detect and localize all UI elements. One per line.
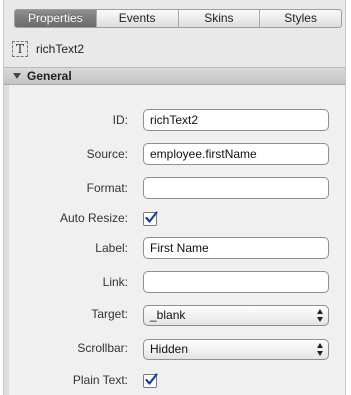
- auto-resize-checkbox[interactable]: [143, 211, 158, 226]
- id-label: ID:: [112, 113, 128, 127]
- label-field[interactable]: First Name: [143, 237, 329, 259]
- section-title: General: [27, 69, 72, 83]
- auto-resize-label: Auto Resize:: [59, 211, 128, 225]
- general-section-header[interactable]: General: [4, 67, 345, 85]
- disclosure-triangle-icon[interactable]: [13, 73, 21, 79]
- link-field[interactable]: [143, 271, 329, 293]
- scrollbar-label: Scrollbar:: [77, 341, 128, 355]
- format-field[interactable]: [143, 177, 329, 199]
- tab-skins[interactable]: Skins: [177, 10, 260, 27]
- scrollbar-select-value: Hidden: [150, 342, 189, 356]
- target-select[interactable]: _blank: [143, 305, 329, 326]
- id-field[interactable]: richText2: [143, 109, 329, 131]
- target-select-value: _blank: [150, 308, 186, 322]
- properties-panel: Properties Events Skins Styles T richTex…: [3, 0, 346, 395]
- general-section-body: ID: richText2 Source: employee.firstName…: [4, 85, 345, 395]
- tab-bar: Properties Events Skins Styles: [14, 9, 342, 28]
- plain-text-checkbox[interactable]: [143, 373, 158, 388]
- tab-properties[interactable]: Properties: [15, 10, 96, 27]
- link-label: Link:: [102, 275, 128, 289]
- format-row: Format:: [9, 177, 345, 201]
- label-row: Label: First Name: [9, 237, 345, 261]
- tab-events[interactable]: Events: [95, 10, 178, 27]
- text-component-icon: T: [12, 41, 28, 57]
- tab-styles[interactable]: Styles: [259, 10, 341, 27]
- auto-resize-row: Auto Resize:: [9, 209, 345, 233]
- plain-text-label: Plain Text:: [72, 373, 128, 387]
- checkmark-icon: [145, 373, 158, 385]
- scrollbar-select[interactable]: Hidden: [143, 339, 329, 360]
- updown-arrows-icon: [316, 343, 323, 356]
- checkmark-icon: [145, 211, 158, 223]
- scrollbar-row: Scrollbar: Hidden: [9, 339, 345, 363]
- component-header: T richText2: [4, 34, 345, 64]
- id-row: ID: richText2: [9, 109, 345, 133]
- source-field[interactable]: employee.firstName: [143, 143, 329, 165]
- link-row: Link:: [9, 271, 345, 295]
- format-label: Format:: [86, 181, 128, 195]
- source-label: Source:: [86, 147, 128, 161]
- target-row: Target: _blank: [9, 305, 345, 329]
- target-label: Target:: [91, 307, 128, 321]
- plain-text-row: Plain Text:: [9, 371, 345, 395]
- component-name: richText2: [36, 42, 85, 56]
- source-row: Source: employee.firstName: [9, 143, 345, 167]
- label-label: Label:: [95, 241, 128, 255]
- updown-arrows-icon: [316, 309, 323, 322]
